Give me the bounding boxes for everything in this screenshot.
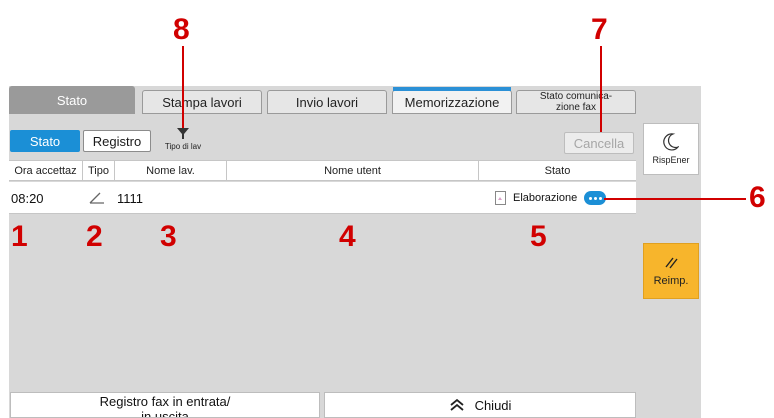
fax-log-button[interactable]: Registro fax in entrata/ in uscita	[10, 392, 320, 418]
tab-label: Stampa lavori	[162, 94, 242, 110]
table-header: Ora accettaz Tipo Nome lav. Nome utent S…	[9, 160, 636, 181]
column-header[interactable]: Nome lav.	[115, 161, 227, 180]
fax-log-label: Registro fax in entrata/ in uscita	[99, 394, 231, 418]
tab-stato[interactable]: Stato	[9, 86, 135, 114]
column-header[interactable]: Ora accettaz	[9, 161, 83, 180]
table-row[interactable]: 08:20 1111 Elaborazione	[9, 182, 636, 214]
column-header[interactable]: Tipo	[83, 161, 115, 180]
moon-icon	[663, 133, 679, 151]
reset-icon	[665, 257, 678, 269]
reset-label: Reimp.	[653, 275, 689, 287]
tab-memorizzazione[interactable]: Memorizzazione	[392, 87, 512, 114]
callout-8: 8	[173, 13, 190, 46]
tab-stampa-lavori[interactable]: Stampa lavori	[142, 90, 262, 114]
callout-2: 2	[86, 220, 103, 253]
column-header-label: Ora accettaz	[14, 164, 77, 177]
callout-line-6	[604, 198, 746, 200]
filter-arrow-icon	[177, 128, 189, 139]
job-type-filter[interactable]: Tipo di lav	[158, 126, 208, 156]
callout-3: 3	[160, 220, 177, 253]
close-button[interactable]: Chiudi	[324, 392, 636, 418]
job-type-filter-label: Tipo di lav	[164, 142, 202, 151]
tab-invio-lavori[interactable]: Invio lavori	[267, 90, 387, 114]
more-icon[interactable]	[584, 191, 606, 205]
column-header-label: Stato	[544, 164, 571, 177]
registro-toggle-label: Registro	[92, 133, 142, 149]
callout-4: 4	[339, 220, 356, 253]
job-user	[229, 182, 469, 214]
column-header[interactable]: Stato	[479, 161, 636, 180]
energy-saver-label: RispEner	[652, 155, 690, 165]
cancel-button[interactable]: Cancella	[564, 132, 634, 154]
cancel-label: Cancella	[573, 135, 625, 151]
close-label: Chiudi	[474, 397, 512, 413]
fax-send-icon	[89, 182, 113, 214]
tab-label: Memorizzazione	[404, 94, 500, 110]
column-header[interactable]: Nome utent	[227, 161, 479, 180]
job-time: 08:20	[11, 190, 44, 206]
reset-button[interactable]: Reimp.	[643, 243, 699, 299]
tab-stato-comunicazione-fax[interactable]: Stato comunica- zione fax	[516, 90, 636, 114]
column-header-label: Nome utent	[324, 164, 381, 177]
callout-7: 7	[591, 13, 608, 46]
callout-6: 6	[749, 181, 766, 214]
chevron-up-icon	[449, 398, 464, 411]
callout-line-8	[182, 46, 184, 128]
registro-toggle-button[interactable]: Registro	[83, 130, 151, 152]
callout-line-7	[600, 46, 602, 132]
tab-label: Invio lavori	[295, 94, 359, 110]
callout-1: 1	[11, 220, 28, 253]
stato-toggle-button[interactable]: Stato	[10, 130, 80, 152]
job-status: Elaborazione	[513, 192, 578, 204]
column-header-label: Tipo	[88, 164, 109, 177]
callout-5: 5	[530, 220, 547, 253]
stato-toggle-label: Stato	[29, 133, 61, 149]
column-header-label: Nome lav.	[146, 164, 195, 177]
document-icon	[495, 182, 509, 214]
energy-saver-button[interactable]: RispEner	[643, 123, 699, 175]
job-name: 1111	[117, 190, 144, 206]
tab-label: Stato	[56, 92, 88, 108]
